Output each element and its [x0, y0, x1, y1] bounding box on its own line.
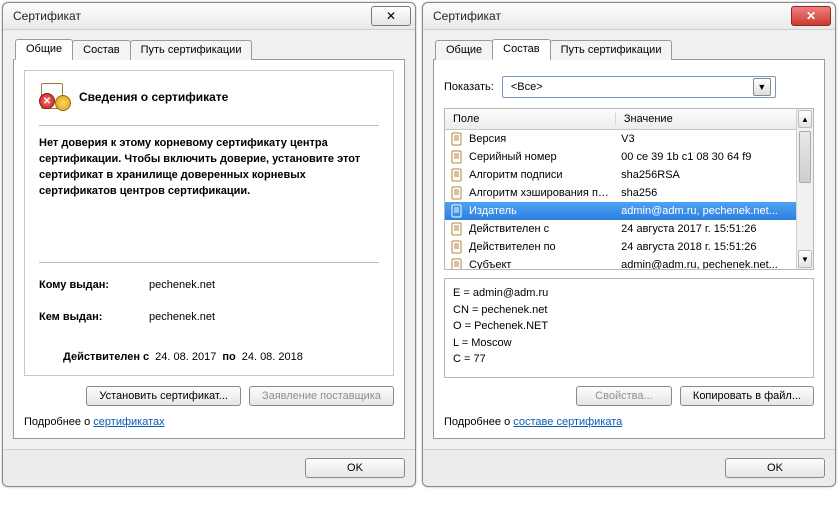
close-button[interactable]: ✕	[791, 6, 831, 26]
issuer-statement-button: Заявление поставщика	[249, 386, 394, 406]
close-icon: ✕	[386, 10, 396, 22]
titlebar[interactable]: Сертификат ✕	[423, 3, 835, 30]
chevron-down-icon: ▼	[753, 78, 771, 96]
trust-warning-text: Нет доверия к этому корневому сертификат…	[39, 136, 379, 200]
detail-line: C = 77	[453, 351, 805, 368]
tab-certpath[interactable]: Путь сертификации	[130, 40, 253, 60]
valid-to-label: по	[222, 351, 235, 363]
field-detail-box[interactable]: E = admin@adm.ruCN = pechenek.netO = Pec…	[444, 278, 814, 378]
show-filter-value: <Все>	[511, 81, 543, 93]
table-row[interactable]: ВерсияV3	[445, 130, 813, 148]
detail-line: E = admin@adm.ru	[453, 285, 805, 302]
row-field: Алгоритм хэширования по...	[465, 187, 613, 199]
tab-certpath[interactable]: Путь сертификации	[550, 40, 673, 60]
row-value: admin@adm.ru, pechenek.net...	[613, 259, 813, 269]
valid-to-value: 24. 08. 2018	[242, 351, 303, 363]
page-icon	[449, 204, 465, 218]
learn-more-certs-link[interactable]: сертификатах	[93, 416, 164, 428]
issued-to-label: Кому выдан:	[39, 279, 149, 291]
issued-by-label: Кем выдан:	[39, 311, 149, 323]
detail-line: CN = pechenek.net	[453, 302, 805, 319]
certificate-window-details: Сертификат ✕ Общие Состав Путь сертифика…	[422, 2, 836, 487]
ok-button[interactable]: OK	[725, 458, 825, 478]
page-icon	[449, 222, 465, 236]
learn-more-details-link[interactable]: составе сертификата	[513, 416, 622, 428]
page-icon	[449, 240, 465, 254]
table-row[interactable]: Алгоритм хэширования по...sha256	[445, 184, 813, 202]
install-cert-button[interactable]: Установить сертификат...	[86, 386, 241, 406]
copy-to-file-button[interactable]: Копировать в файл...	[680, 386, 814, 406]
table-row[interactable]: Алгоритм подписиsha256RSA	[445, 166, 813, 184]
page-icon	[449, 132, 465, 146]
row-value: sha256RSA	[613, 169, 813, 181]
certificate-icon: ✕	[39, 83, 71, 111]
row-value: admin@adm.ru, pechenek.net...	[613, 205, 813, 217]
table-row[interactable]: Субъектadmin@adm.ru, pechenek.net...	[445, 256, 813, 269]
scroll-up-icon[interactable]: ▲	[798, 110, 812, 128]
certificate-window-general: Сертификат ✕ Общие Состав Путь сертифика…	[2, 2, 416, 487]
table-row[interactable]: Серийный номер00 ce 39 1b c1 08 30 64 f9	[445, 148, 813, 166]
show-filter-dropdown[interactable]: <Все> ▼	[502, 76, 776, 98]
row-value: 00 ce 39 1b c1 08 30 64 f9	[613, 151, 813, 163]
row-field: Субъект	[465, 259, 613, 269]
column-field[interactable]: Поле	[445, 113, 616, 125]
ok-button[interactable]: OK	[305, 458, 405, 478]
detail-line: O = Pechenek.NET	[453, 318, 805, 335]
list-header[interactable]: Поле Значение	[445, 109, 813, 130]
page-icon	[449, 168, 465, 182]
row-field: Серийный номер	[465, 151, 613, 163]
row-value: sha256	[613, 187, 813, 199]
scroll-track[interactable]	[797, 129, 813, 249]
detail-line: L = Moscow	[453, 335, 805, 352]
fields-listview[interactable]: Поле Значение ВерсияV3Серийный номер00 c…	[444, 108, 814, 270]
tab-bar: Общие Состав Путь сертификации	[13, 38, 405, 60]
row-value: 24 августа 2017 г. 15:51:26	[613, 223, 813, 235]
scrollbar[interactable]: ▲ ▼	[796, 109, 813, 269]
titlebar[interactable]: Сертификат ✕	[3, 3, 415, 30]
cert-header-label: Сведения о сертификате	[79, 90, 228, 104]
row-field: Издатель	[465, 205, 613, 217]
properties-button: Свойства...	[576, 386, 672, 406]
close-button[interactable]: ✕	[371, 6, 411, 26]
issued-to-value: pechenek.net	[149, 279, 215, 291]
tab-details[interactable]: Состав	[72, 40, 130, 60]
show-label: Показать:	[444, 81, 494, 93]
scroll-down-icon[interactable]: ▼	[798, 250, 812, 268]
tab-general[interactable]: Общие	[15, 39, 73, 60]
row-field: Действителен с	[465, 223, 613, 235]
page-icon	[449, 150, 465, 164]
column-value[interactable]: Значение	[616, 113, 813, 125]
row-field: Алгоритм подписи	[465, 169, 613, 181]
table-row[interactable]: Действителен с24 августа 2017 г. 15:51:2…	[445, 220, 813, 238]
tab-bar: Общие Состав Путь сертификации	[433, 38, 825, 60]
row-value: V3	[613, 133, 813, 145]
tab-general[interactable]: Общие	[435, 40, 493, 60]
table-row[interactable]: Издательadmin@adm.ru, pechenek.net...	[445, 202, 813, 220]
valid-from-label: Действителен с	[63, 351, 149, 363]
learn-more-prefix: Подробнее о	[444, 416, 513, 428]
page-icon	[449, 258, 465, 269]
tab-details[interactable]: Состав	[492, 39, 550, 60]
row-value: 24 августа 2018 г. 15:51:26	[613, 241, 813, 253]
table-row[interactable]: Действителен по24 августа 2018 г. 15:51:…	[445, 238, 813, 256]
window-title: Сертификат	[433, 9, 501, 23]
close-icon: ✕	[806, 10, 816, 22]
issued-by-value: pechenek.net	[149, 311, 215, 323]
scroll-thumb[interactable]	[799, 131, 811, 183]
learn-more-prefix: Подробнее о	[24, 416, 93, 428]
window-title: Сертификат	[13, 9, 81, 23]
row-field: Версия	[465, 133, 613, 145]
valid-from-value: 24. 08. 2017	[155, 351, 216, 363]
row-field: Действителен по	[465, 241, 613, 253]
page-icon	[449, 186, 465, 200]
